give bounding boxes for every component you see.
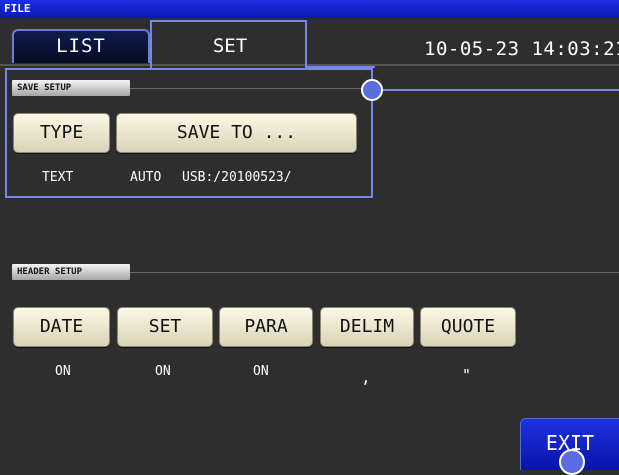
type-value: TEXT — [42, 170, 74, 185]
set-button[interactable]: SET — [117, 307, 213, 347]
para-value: ON — [253, 364, 269, 379]
save-path-value: USB:/20100523/ — [182, 170, 292, 185]
callout-dot — [361, 79, 383, 101]
quote-value: " — [462, 366, 472, 384]
datetime-display: 10-05-23 14:03:21 — [424, 38, 619, 60]
date-button[interactable]: DATE — [13, 307, 110, 347]
save-setup-divider — [130, 88, 370, 89]
tab-list[interactable]: LIST — [12, 29, 150, 63]
save-mode-value: AUTO — [130, 170, 162, 185]
tab-set[interactable]: SET — [163, 29, 297, 67]
tab-divider — [0, 64, 619, 66]
delim-value: , — [361, 368, 371, 387]
type-button[interactable]: TYPE — [13, 113, 110, 153]
save-to-button[interactable]: SAVE TO ... — [116, 113, 357, 153]
highlight-connector — [305, 66, 375, 68]
title-bar: FILE — [0, 0, 619, 18]
window-title: FILE — [4, 2, 31, 15]
exit-callout-dot — [559, 449, 585, 475]
delim-button[interactable]: DELIM — [320, 307, 414, 347]
para-button[interactable]: PARA — [219, 307, 313, 347]
quote-button[interactable]: QUOTE — [420, 307, 516, 347]
date-value: ON — [55, 364, 71, 379]
header-setup-divider — [130, 272, 619, 273]
save-setup-label: SAVE SETUP — [12, 80, 130, 96]
set-value: ON — [155, 364, 171, 379]
header-setup-label: HEADER SETUP — [12, 264, 130, 280]
callout-line — [383, 89, 619, 91]
